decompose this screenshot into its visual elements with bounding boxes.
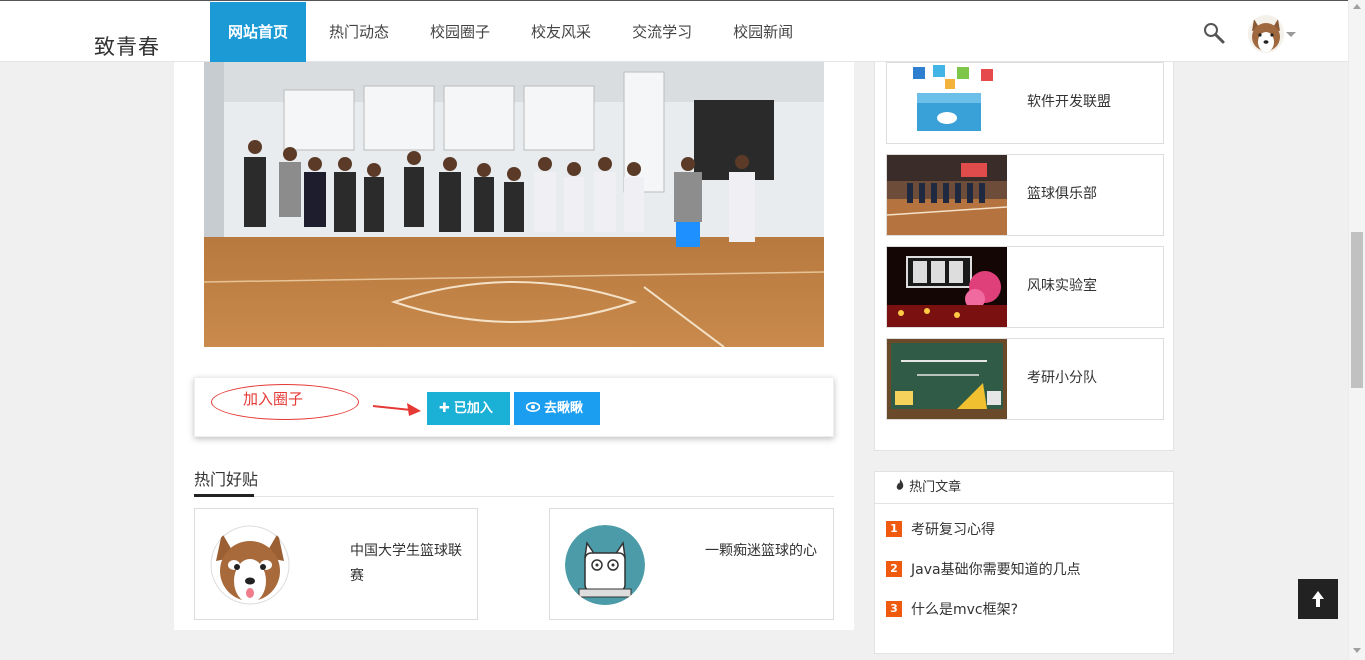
circle-item-software[interactable]: 软件开发联盟: [886, 62, 1164, 144]
hot-article-title[interactable]: 考研复习心得: [911, 519, 995, 539]
post-title[interactable]: 一颗痴迷篮球的心: [705, 539, 820, 564]
post-title[interactable]: 中国大学生篮球联赛: [350, 539, 465, 589]
joined-button-label: 已加入: [453, 401, 493, 416]
go-look-button-label: 去瞅瞅: [544, 401, 584, 416]
post-card[interactable]: 中国大学生篮球联赛: [194, 508, 478, 620]
site-logo[interactable]: 致青春: [94, 31, 160, 61]
annotation-label: 加入圈子: [243, 390, 304, 408]
hot-articles-title: 热门文章: [909, 480, 962, 495]
rank-badge: 2: [886, 561, 902, 577]
nav-item-campus-news[interactable]: 校园新闻: [710, 2, 811, 62]
scroll-up-icon[interactable]: [1353, 4, 1361, 9]
food-lab-circle-thumbnail: [887, 247, 1007, 327]
nav-item-study[interactable]: 交流学习: [609, 2, 710, 62]
circle-label[interactable]: 篮球俱乐部: [1027, 183, 1097, 203]
avatar[interactable]: [1248, 15, 1284, 53]
hot-article-item[interactable]: 1 考研复习心得: [886, 519, 995, 539]
search-icon[interactable]: [1202, 21, 1226, 45]
circle-item-basketball[interactable]: 篮球俱乐部: [886, 154, 1164, 236]
cat-avatar-icon: [565, 525, 645, 605]
plus-icon: ✚: [439, 401, 450, 416]
circle-label[interactable]: 考研小分队: [1027, 367, 1097, 387]
grad-exam-circle-thumbnail: [887, 339, 1007, 419]
rank-badge: 1: [886, 521, 902, 537]
hot-article-item[interactable]: 3 什么是mvc框架?: [886, 599, 1018, 619]
page-scrollbar[interactable]: [1348, 0, 1365, 660]
hot-articles-header: 热门文章: [875, 472, 1173, 504]
circle-item-food-lab[interactable]: 风味实验室: [886, 246, 1164, 328]
chevron-down-icon[interactable]: [1286, 32, 1296, 37]
hot-article-title[interactable]: Java基础你需要知道的几点: [911, 559, 1081, 579]
hot-posts-heading: 热门好贴: [194, 470, 259, 489]
software-circle-thumbnail: [887, 63, 1007, 143]
scroll-thumb[interactable]: [1351, 232, 1363, 388]
circle-cover-image: [204, 62, 824, 347]
post-card[interactable]: 一颗痴迷篮球的心: [549, 508, 834, 620]
divider: [194, 496, 834, 497]
joined-button[interactable]: ✚ 已加入: [427, 392, 510, 425]
arrow-right-icon: [372, 403, 421, 416]
hot-articles-panel: 热门文章 1 考研复习心得 2 Java基础你需要知道的几点 3 什么是mvc框…: [874, 471, 1174, 654]
flame-icon: [895, 479, 909, 495]
main-nav: 网站首页 热门动态 校园圈子 校友风采 交流学习 校园新闻: [210, 2, 811, 62]
nav-item-hot-news[interactable]: 热门动态: [306, 2, 407, 62]
top-navbar: 致青春 网站首页 热门动态 校园圈子 校友风采 交流学习 校园新闻: [0, 0, 1348, 62]
user-avatar-menu[interactable]: [1248, 15, 1296, 55]
nav-item-alumni[interactable]: 校友风采: [508, 2, 609, 62]
back-to-top-button[interactable]: [1298, 579, 1338, 619]
circle-list-panel: 软件开发联盟 篮球俱乐部 风味实验室 考研小分队: [874, 62, 1174, 451]
eye-icon: [525, 392, 541, 425]
circle-detail-panel: 加入圈子 ✚ 已加入 去瞅瞅 热门好贴 中国大学生篮球联赛 一颗痴迷篮球的心: [174, 62, 854, 630]
circle-label[interactable]: 风味实验室: [1027, 275, 1097, 295]
husky-avatar-icon: [210, 525, 290, 605]
nav-item-home[interactable]: 网站首页: [210, 2, 307, 62]
nav-item-campus-circles[interactable]: 校园圈子: [407, 2, 508, 62]
rank-badge: 3: [886, 601, 902, 617]
circle-item-grad-exam[interactable]: 考研小分队: [886, 338, 1164, 420]
join-circle-bar: 加入圈子 ✚ 已加入 去瞅瞅: [194, 377, 834, 437]
hot-article-item[interactable]: 2 Java基础你需要知道的几点: [886, 559, 1081, 579]
go-look-button[interactable]: 去瞅瞅: [514, 392, 600, 425]
heading-underline: [194, 494, 254, 497]
hot-article-title[interactable]: 什么是mvc框架?: [911, 599, 1018, 619]
basketball-circle-thumbnail: [887, 155, 1007, 235]
arrow-up-icon: [1312, 591, 1324, 607]
circle-label[interactable]: 软件开发联盟: [1027, 91, 1111, 111]
scroll-down-icon[interactable]: [1353, 648, 1361, 653]
